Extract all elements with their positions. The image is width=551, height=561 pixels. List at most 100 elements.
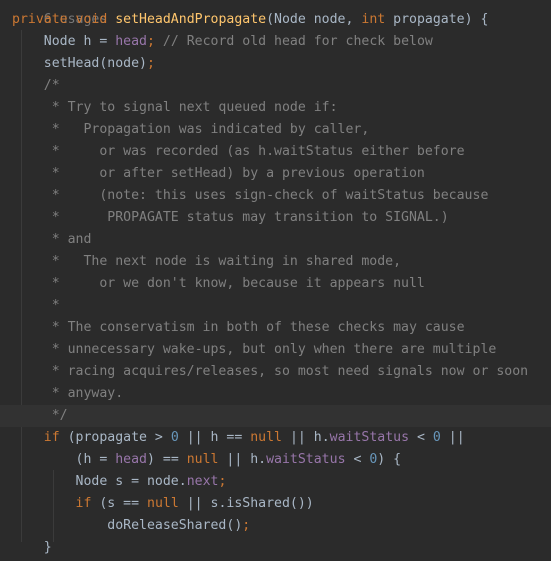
code-token: (propagate > <box>67 430 171 445</box>
code-line[interactable]: * PROPAGATE status may transition to SIG… <box>12 207 449 229</box>
code-line[interactable]: * or after setHead) by a previous operat… <box>12 163 425 185</box>
code-token: int <box>361 12 394 27</box>
code-token: || h. <box>226 452 267 467</box>
code-token: Node s = node. <box>75 474 187 489</box>
code-token: setHead(node) <box>43 56 147 71</box>
code-token: next <box>186 474 219 489</box>
code-token: setHeadAndPropagate <box>115 12 267 27</box>
code-token: * The conservatism in both of these chec… <box>43 320 465 335</box>
code-token: * anyway. <box>43 386 124 401</box>
code-line[interactable]: if (propagate > 0 || h == null || h.wait… <box>12 427 465 449</box>
code-line[interactable]: * racing acquires/releases, so most need… <box>12 361 528 383</box>
code-line[interactable]: if (s == null || s.isShared()) <box>12 493 314 515</box>
code-token: 0 <box>170 430 187 445</box>
code-token: Node h = <box>43 34 116 49</box>
code-token: * unnecessary wake-ups, but only when th… <box>43 342 497 357</box>
code-token: waitStatus <box>266 452 346 467</box>
code-token: 0 <box>432 430 449 445</box>
code-token: ; <box>242 518 251 533</box>
code-line[interactable]: * or we don't know, because it appears n… <box>12 273 425 295</box>
code-token: ; <box>147 34 163 49</box>
code-token: || h. <box>289 430 330 445</box>
code-token: */ <box>43 408 68 423</box>
code-line[interactable]: * or was recorded (as h.waitStatus eithe… <box>12 141 465 163</box>
code-token: * or was recorded (as h.waitStatus eithe… <box>43 144 465 159</box>
usages-hint[interactable]: 6 usages <box>12 0 108 27</box>
code-token: doReleaseShared() <box>107 518 243 533</box>
code-token: (s == <box>99 496 147 511</box>
code-token: // Record old head for check below <box>162 34 433 49</box>
code-token: if <box>43 430 68 445</box>
code-line[interactable]: } <box>12 537 52 559</box>
code-line[interactable]: /* <box>12 75 60 97</box>
code-token: if <box>75 496 100 511</box>
code-line[interactable]: * The conservatism in both of these chec… <box>12 317 465 339</box>
code-token: null <box>250 430 290 445</box>
code-token: head <box>115 34 147 49</box>
code-token: * Try to signal next queued node if: <box>43 100 338 115</box>
code-token: ) { <box>377 452 402 467</box>
code-line[interactable]: * Propagation was indicated by caller, <box>12 119 370 141</box>
code-line[interactable]: * unnecessary wake-ups, but only when th… <box>12 339 497 361</box>
code-token: private <box>12 12 76 27</box>
code-line[interactable]: */ <box>0 405 551 427</box>
code-token: } <box>43 540 52 555</box>
code-token: * racing acquires/releases, so most need… <box>43 364 529 379</box>
code-token: null <box>147 496 187 511</box>
code-line[interactable]: * (note: this uses sign-check of waitSta… <box>12 185 489 207</box>
code-token: propagate) { <box>393 12 489 27</box>
code-line[interactable]: * The next node is waiting in shared mod… <box>12 251 401 273</box>
code-token: * PROPAGATE status may transition to SIG… <box>43 210 449 225</box>
code-line[interactable]: * anyway. <box>12 383 123 405</box>
code-token: void <box>75 12 116 27</box>
code-line[interactable]: * Try to signal next queued node if: <box>12 97 338 119</box>
code-line[interactable]: doReleaseShared(); <box>12 515 250 537</box>
code-editor[interactable]: 6 usages private void setHeadAndPropagat… <box>0 0 551 561</box>
code-token: null <box>186 452 227 467</box>
code-token: ; <box>218 474 227 489</box>
code-line[interactable]: private void setHeadAndPropagate(Node no… <box>12 9 488 31</box>
code-token: * or we don't know, because it appears n… <box>43 276 425 291</box>
code-token: || s.isShared()) <box>186 496 314 511</box>
code-token: waitStatus <box>329 430 410 445</box>
code-token: ; <box>146 56 155 71</box>
code-token: < <box>409 430 433 445</box>
code-token: * Propagation was indicated by caller, <box>43 122 370 137</box>
code-token: * or after setHead) by a previous operat… <box>43 166 425 181</box>
code-token: * The next node is waiting in shared mod… <box>43 254 402 269</box>
code-line[interactable]: (h = head) == null || h.waitStatus < 0) … <box>12 449 402 471</box>
code-token: || <box>448 430 465 445</box>
code-line[interactable]: * <box>12 295 60 317</box>
code-line[interactable]: Node s = node.next; <box>12 471 227 493</box>
code-token: < <box>345 452 370 467</box>
code-token: * <box>43 298 60 313</box>
code-token: || h == <box>186 430 251 445</box>
code-token: ) == <box>147 452 187 467</box>
code-line[interactable]: setHead(node); <box>12 53 155 75</box>
code-line[interactable]: Node h = head; // Record old head for ch… <box>12 31 433 53</box>
code-line[interactable]: * and <box>12 229 92 251</box>
code-token: /* <box>43 78 60 93</box>
code-token: (h = <box>75 452 116 467</box>
